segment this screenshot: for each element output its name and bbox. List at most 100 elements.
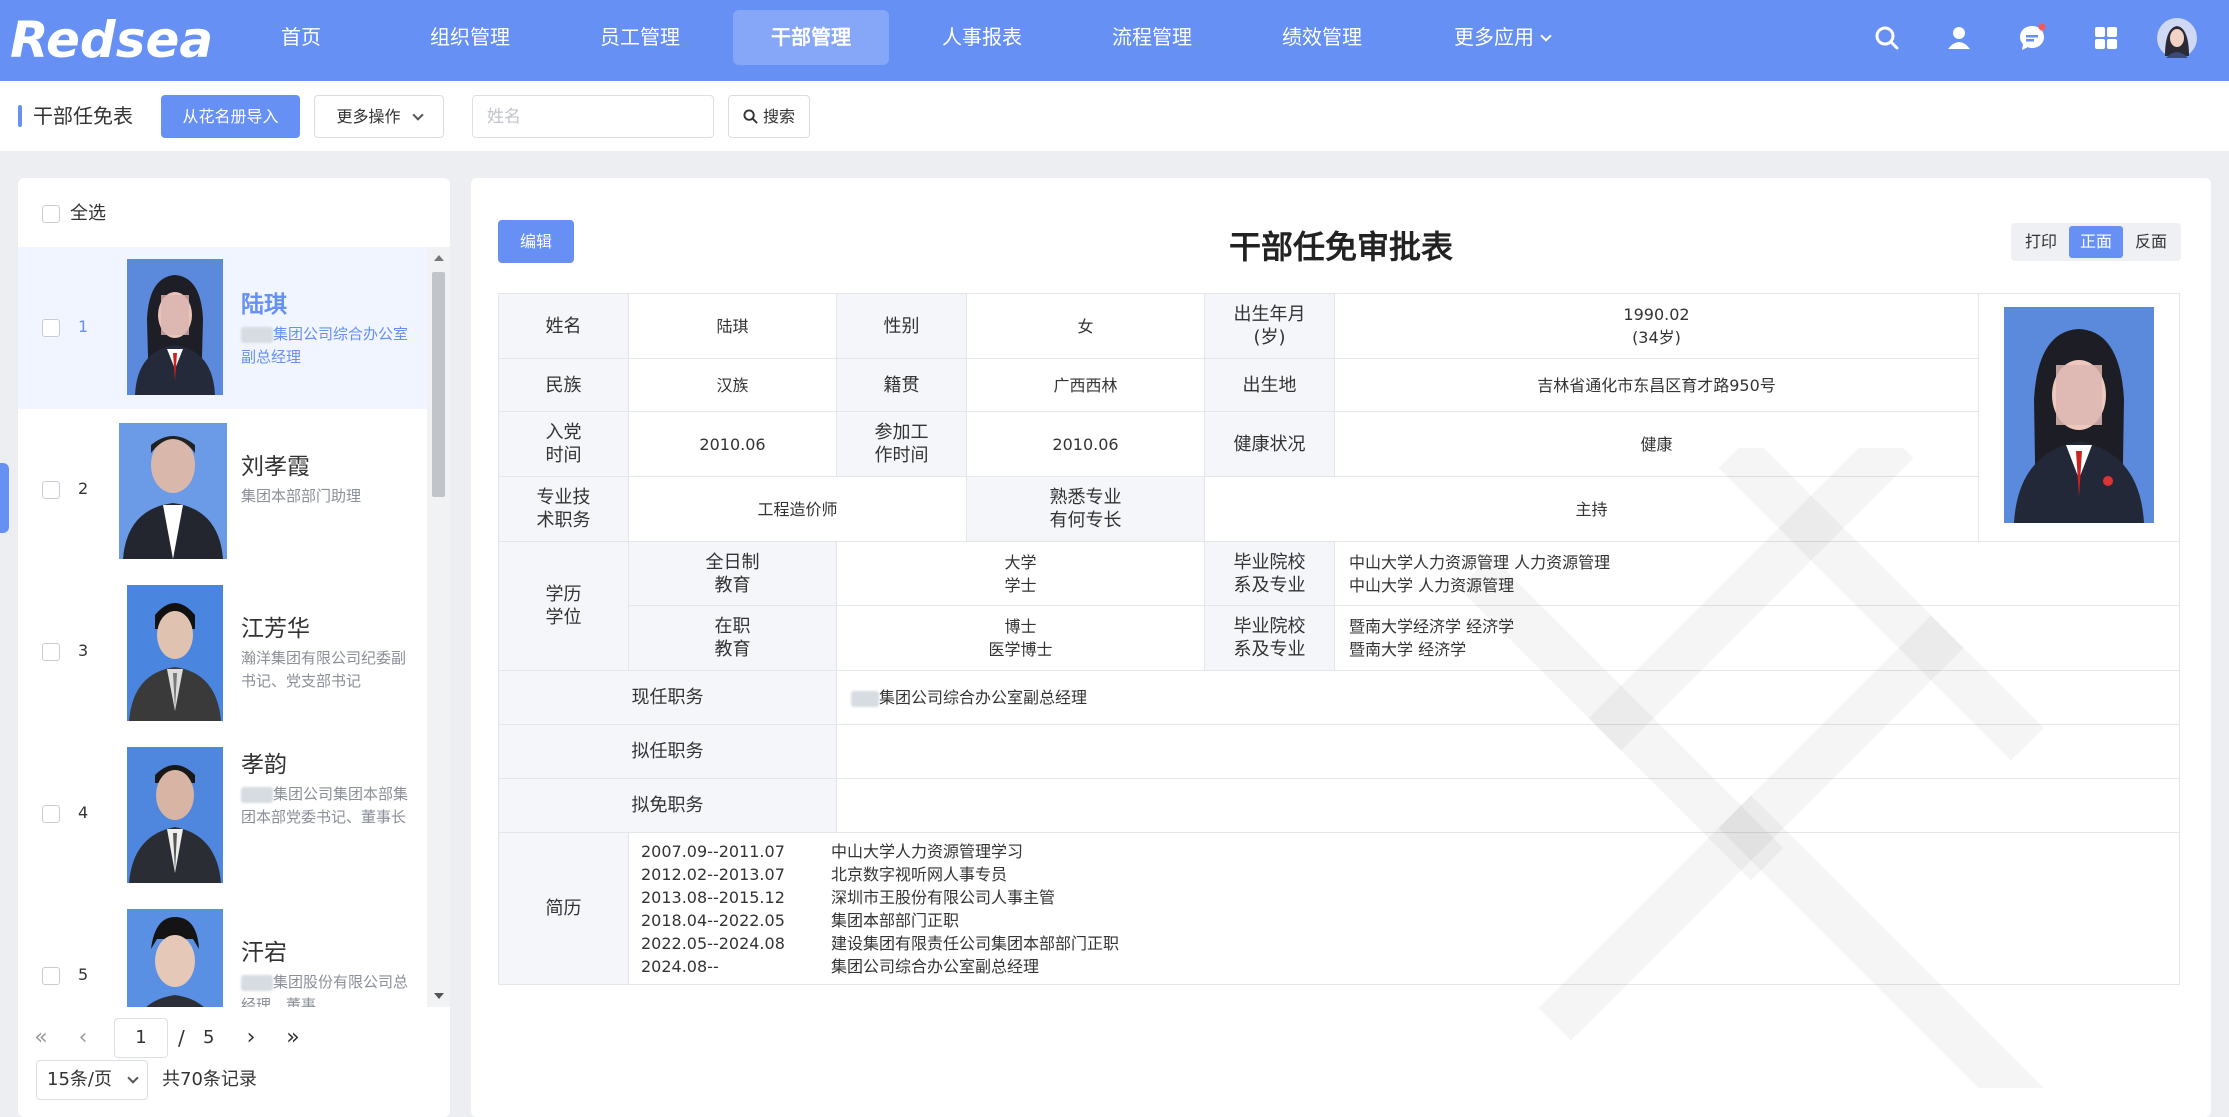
print-mode-button[interactable]: 打印 xyxy=(2014,226,2068,258)
label-native: 籍贯 xyxy=(836,358,967,412)
nav-more-apps[interactable]: 更多应用 xyxy=(1432,10,1572,65)
nav-workflow[interactable]: 流程管理 xyxy=(1102,10,1202,65)
cadre-name: 江芳华 xyxy=(241,616,310,642)
label-proposed-position: 拟任职务 xyxy=(498,724,837,779)
redacted-text xyxy=(851,690,879,707)
label-inservice: 在职 教育 xyxy=(628,605,837,671)
cadre-position: 集团公司集团本部集团本部党委书记、董事长 xyxy=(241,783,416,829)
next-page-icon[interactable]: › xyxy=(236,1018,266,1058)
row-index: 2 xyxy=(78,479,89,498)
row-checkbox[interactable] xyxy=(42,967,60,985)
page-size-value: 15条/页 xyxy=(47,1069,112,1090)
label-fulltime-school: 毕业院校 系及专业 xyxy=(1204,541,1335,606)
list-item[interactable]: 3 江芳华 瀚洋集团有限公司纪委副书记、党支部书记 xyxy=(18,571,428,733)
apps-grid-icon[interactable] xyxy=(2091,23,2121,53)
resume-text: 中山大学人力资源管理学习 xyxy=(831,841,1024,861)
avatar[interactable] xyxy=(2157,18,2197,58)
value-birth: 1990.02 (34岁) xyxy=(1334,293,1979,359)
user-icon[interactable] xyxy=(1944,23,1974,53)
value-fulltime-degree: 大学 学士 xyxy=(836,541,1205,606)
cadre-name: 汗宕 xyxy=(241,940,287,966)
cadre-list-panel: 全选 1 陆琪 集团公司综合办公室副总经理 2 刘孝霞 集团本部部门助理 3 江… xyxy=(18,178,450,1117)
search-button-label: 搜索 xyxy=(763,107,796,126)
value-name: 陆琪 xyxy=(628,293,837,359)
value-proposed-position xyxy=(836,724,2180,779)
value-inservice-degree: 博士 医学博士 xyxy=(836,605,1205,671)
chevron-down-icon xyxy=(411,109,424,121)
list-scrollbar[interactable] xyxy=(427,247,450,1007)
resume-date: 2007.09--2011.07 xyxy=(641,841,785,861)
top-navbar: Redsea 首页 组织管理 员工管理 干部管理 人事报表 流程管理 绩效管理 … xyxy=(0,0,2229,81)
search-button[interactable]: 搜索 xyxy=(728,95,810,138)
import-from-roster-button[interactable]: 从花名册导入 xyxy=(161,95,300,138)
page-size-select[interactable]: 15条/页 xyxy=(36,1060,148,1100)
page-number-input[interactable]: 1 xyxy=(114,1018,168,1058)
more-actions-dropdown[interactable]: 更多操作 xyxy=(314,95,444,138)
nav-home[interactable]: 首页 xyxy=(262,10,340,65)
scrollbar-thumb[interactable] xyxy=(432,272,445,497)
cadre-position: 集团股份有限公司总经理、董事 xyxy=(241,971,416,1007)
prev-page-icon[interactable]: ‹ xyxy=(68,1018,98,1058)
chevron-down-icon xyxy=(127,1072,139,1084)
select-all-checkbox[interactable] xyxy=(42,205,60,223)
row-checkbox[interactable] xyxy=(42,805,60,823)
resume-text: 北京数字视听网人事专员 xyxy=(831,864,1008,884)
name-search-input[interactable] xyxy=(472,95,714,138)
row-index: 5 xyxy=(78,965,89,984)
search-icon[interactable] xyxy=(1872,23,1902,53)
resume-entry: 2018.04--2022.05 集团本部部门正职 xyxy=(641,909,2173,932)
value-current-position: 集团公司综合办公室副总经理 xyxy=(836,670,2180,725)
list-item[interactable]: 2 刘孝霞 集团本部部门助理 xyxy=(18,409,428,571)
side-collapse-tab[interactable] xyxy=(0,463,9,533)
label-removed-position: 拟免职务 xyxy=(498,778,837,833)
value-fulltime-school: 中山大学人力资源管理 人力资源管理 中山大学 人力资源管理 xyxy=(1334,541,2180,606)
cadre-name: 陆琪 xyxy=(241,292,287,318)
nav-cadre[interactable]: 干部管理 xyxy=(733,10,889,65)
row-index: 4 xyxy=(78,803,89,822)
row-checkbox[interactable] xyxy=(42,319,60,337)
cadre-photo xyxy=(127,259,223,395)
row-checkbox[interactable] xyxy=(42,643,60,661)
resume-text: 深圳市王股份有限公司人事主管 xyxy=(831,887,1056,907)
cadre-name: 孝韵 xyxy=(241,752,287,778)
nav-report[interactable]: 人事报表 xyxy=(932,10,1032,65)
label-specialty: 熟悉专业 有何专长 xyxy=(966,476,1205,542)
view-mode-switch: 打印 正面 反面 xyxy=(2011,223,2181,261)
resume-date: 2024.08-- xyxy=(641,956,719,976)
label-name: 姓名 xyxy=(498,293,629,359)
cadre-position: 瀚洋集团有限公司纪委副书记、党支部书记 xyxy=(241,649,407,690)
list-item[interactable]: 5 汗宕 集团股份有限公司总经理、董事 xyxy=(18,895,428,1007)
resume-date: 2013.08--2015.12 xyxy=(641,887,785,907)
resume-entry: 2013.08--2015.12 深圳市王股份有限公司人事主管 xyxy=(641,886,2173,909)
list-item[interactable]: 4 孝韵 集团公司集团本部集团本部党委书记、董事长 xyxy=(18,733,428,895)
redacted-text xyxy=(241,974,273,991)
row-checkbox[interactable] xyxy=(42,481,60,499)
resume-text: 集团公司综合办公室副总经理 xyxy=(831,956,1040,976)
value-inservice-school: 暨南大学经济学 经济学 暨南大学 经济学 xyxy=(1334,605,2180,671)
cadre-list: 1 陆琪 集团公司综合办公室副总经理 2 刘孝霞 集团本部部门助理 3 江芳华 … xyxy=(18,247,450,1007)
total-pages: 5 xyxy=(203,1027,215,1048)
redacted-text xyxy=(241,326,273,343)
back-mode-button[interactable]: 反面 xyxy=(2124,226,2178,258)
front-mode-button[interactable]: 正面 xyxy=(2069,226,2123,258)
brand-logo[interactable]: Redsea xyxy=(10,10,213,70)
resume-date: 2022.05--2024.08 xyxy=(641,933,785,953)
last-page-icon[interactable]: » xyxy=(278,1018,308,1058)
first-page-icon[interactable]: « xyxy=(26,1018,56,1058)
value-gender: 女 xyxy=(966,293,1205,359)
row-index: 1 xyxy=(78,317,89,336)
resume-entry: 2022.05--2024.08 建设集团有限责任公司集团本部部门正职 xyxy=(641,932,2173,955)
scroll-down-arrow-icon[interactable] xyxy=(434,993,444,999)
message-icon[interactable] xyxy=(2017,23,2047,53)
scroll-up-arrow-icon[interactable] xyxy=(434,255,444,261)
approval-form-panel: 编辑 干部任免审批表 打印 正面 反面 姓名 陆琪 性别 女 出生年月 (岁) … xyxy=(471,178,2211,1117)
value-current-position-text: 集团公司综合办公室副总经理 xyxy=(879,688,1088,707)
nav-employee[interactable]: 员工管理 xyxy=(590,10,690,65)
nav-performance[interactable]: 绩效管理 xyxy=(1272,10,1372,65)
resume-entries: 2007.09--2011.07 中山大学人力资源管理学习 2012.02--20… xyxy=(628,832,2180,985)
nav-org[interactable]: 组织管理 xyxy=(420,10,520,65)
value-ethnicity: 汉族 xyxy=(628,358,837,412)
list-item[interactable]: 1 陆琪 集团公司综合办公室副总经理 xyxy=(18,247,428,409)
search-icon xyxy=(743,109,758,124)
cadre-photo xyxy=(127,747,223,883)
